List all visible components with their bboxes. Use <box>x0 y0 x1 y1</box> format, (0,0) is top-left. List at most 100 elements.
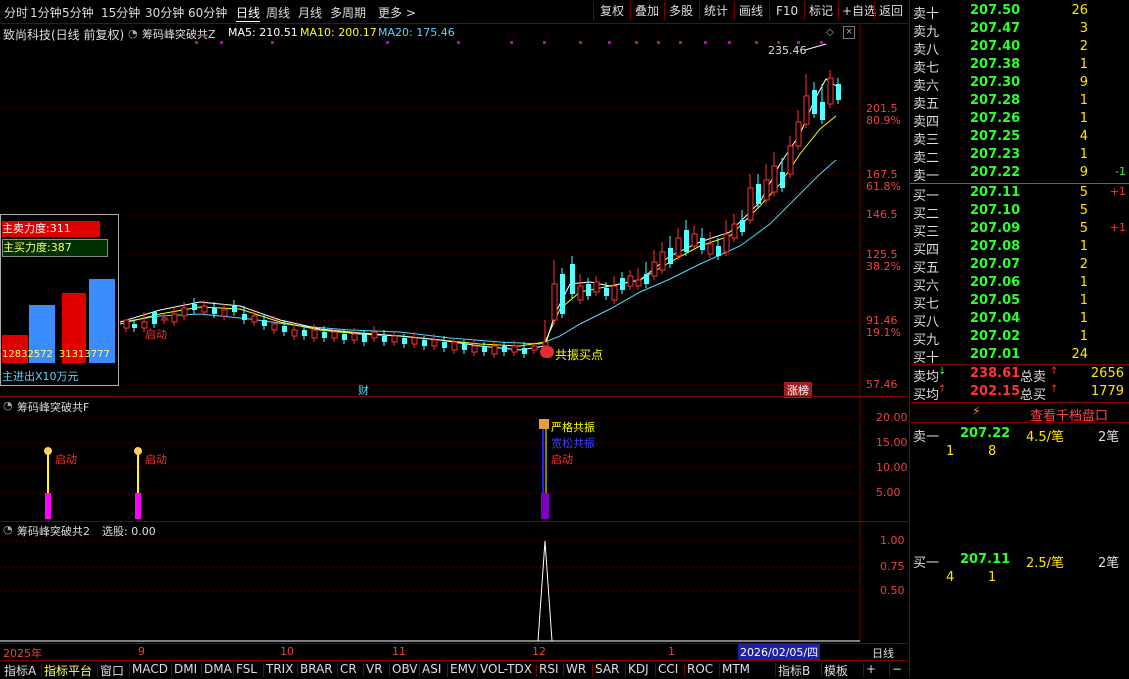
overlay-button[interactable]: 叠加 <box>631 2 663 20</box>
time-label: 1 <box>668 645 675 658</box>
ma5-value: MA5: 210.51 <box>228 26 298 39</box>
adjust-button[interactable]: 复权 <box>596 2 628 20</box>
indicator-tab[interactable]: ROC <box>687 662 713 676</box>
sub1-collapse-icon[interactable]: ◔ <box>3 399 13 412</box>
pct-tick: 19.1% <box>866 326 901 339</box>
asks-level-row[interactable]: 卖八 207.40 2 <box>910 39 1129 58</box>
back-button[interactable]: 返回 <box>875 2 907 20</box>
indicator-tab[interactable]: 指标B <box>778 662 810 679</box>
level-volume: 9 <box>1079 165 1088 180</box>
indicator-tab[interactable]: KDJ <box>628 662 649 676</box>
stats-button[interactable]: 统计 <box>700 2 732 20</box>
indicator-tab[interactable]: − <box>892 662 902 676</box>
indicator-tab[interactable]: MTM <box>722 662 750 676</box>
indicator-tab[interactable]: SAR <box>595 662 619 676</box>
bids-level-row[interactable]: 买八 207.04 1 <box>910 311 1129 330</box>
indicator-tab[interactable]: TRIX <box>266 662 293 676</box>
indicator-tab[interactable]: FSL <box>236 662 257 676</box>
draw-line-button[interactable]: 画线 <box>735 2 767 20</box>
indicator-tab[interactable]: 指标A <box>4 662 36 679</box>
indicator-collapse-icon[interactable]: ◔ <box>128 27 138 40</box>
period-tab-15min[interactable]: 15分钟 <box>101 4 140 21</box>
close-chart-icon[interactable]: × <box>843 26 855 39</box>
indicator-tab[interactable]: BRAR <box>300 662 333 676</box>
level-label: 买三 <box>913 225 940 240</box>
level-label: 买二 <box>913 207 940 222</box>
level-price: 207.40 <box>970 39 1021 54</box>
time-axis: 2025年 9 10 11 12 1 2026/02/05/四 日线 <box>0 643 908 661</box>
buy-signal-icon <box>540 346 554 358</box>
bids-level-row[interactable]: 买四 207.08 1 <box>910 239 1129 258</box>
pct-tick: 61.8% <box>866 180 901 193</box>
level-volume: 1 <box>1079 329 1088 344</box>
period-tab-1min[interactable]: 1分钟 <box>30 4 62 21</box>
bids-level-row[interactable]: 买三 207.09 5 +1 <box>910 221 1129 240</box>
asks-level-row[interactable]: 卖一 207.22 9 -1 <box>910 165 1129 184</box>
indicator-tab[interactable]: OBV <box>392 662 418 676</box>
diamond-icon[interactable]: ◇ <box>826 27 834 38</box>
indicator-tab[interactable]: CCI <box>658 662 678 676</box>
indicator-tab[interactable]: 模板 <box>824 662 848 679</box>
indicator-tab[interactable]: 指标平台 <box>44 662 92 679</box>
sub1-indicator-name[interactable]: 筹码峰突破共F <box>17 399 89 415</box>
period-indicator[interactable]: 日线 <box>872 645 894 661</box>
asks-level-row[interactable]: 卖四 207.26 1 <box>910 111 1129 130</box>
level-label: 卖四 <box>913 115 940 130</box>
mark-button[interactable]: 标记 <box>805 2 837 20</box>
indicator-tab[interactable]: ASI <box>422 662 441 676</box>
indicator-name[interactable]: 筹码峰突破共Z <box>142 26 216 42</box>
period-tab-multi[interactable]: 多周期 <box>330 4 366 21</box>
time-label: 9 <box>138 645 145 658</box>
indicator-tab[interactable]: CR <box>340 662 357 676</box>
indicator-tab[interactable]: 窗口 <box>100 662 124 679</box>
period-tab-5min[interactable]: 5分钟 <box>62 4 94 21</box>
period-tab-more[interactable]: 更多 > <box>378 4 416 21</box>
bids-level-row[interactable]: 买五 207.07 2 <box>910 257 1129 276</box>
main-kline-chart[interactable]: 致尚科技(日线 前复权) ◔ 筹码峰突破共Z MA5: 210.51 MA10:… <box>0 24 908 398</box>
indicator-tab[interactable]: DMA <box>204 662 232 676</box>
bids-level-row[interactable]: 买九 207.02 1 <box>910 329 1129 348</box>
indicator-tab[interactable]: VOL-TDX <box>480 662 532 676</box>
sub1-signal-qidong: 启动 <box>551 453 573 466</box>
indicator-tab[interactable]: DMI <box>174 662 197 676</box>
bids-level-row[interactable]: 买十 207.01 24 <box>910 347 1129 366</box>
bids-level-row[interactable]: 买一 207.11 5 +1 <box>910 185 1129 204</box>
asks-level-row[interactable]: 卖九 207.47 3 <box>910 21 1129 40</box>
period-tab-fenshi[interactable]: 分时 <box>4 4 28 21</box>
multi-stock-button[interactable]: 多股 <box>665 2 697 20</box>
sub2-collapse-icon[interactable]: ◔ <box>3 523 13 536</box>
asks-level-row[interactable]: 卖七 207.38 1 <box>910 57 1129 76</box>
price-tick: 57.46 <box>866 378 898 391</box>
indicator-tab[interactable]: WR <box>566 662 586 676</box>
sub-panel-2[interactable]: ◔ 筹码峰突破共2 选股: 0.00 1.00 0.75 0.50 <box>0 521 908 643</box>
sub1-signal-qidong: 启动 <box>145 453 167 466</box>
period-tab-30min[interactable]: 30分钟 <box>145 4 184 21</box>
bids-level-row[interactable]: 买七 207.05 1 <box>910 293 1129 312</box>
indicator-tab[interactable]: VR <box>366 662 383 676</box>
level-volume: 1 <box>1079 147 1088 162</box>
indicator-tab[interactable]: + <box>866 662 876 676</box>
period-tab-weekly[interactable]: 周线 <box>266 4 290 21</box>
level-price: 207.08 <box>970 239 1021 254</box>
period-tab-60min[interactable]: 60分钟 <box>188 4 227 21</box>
asks-level-row[interactable]: 卖五 207.28 1 <box>910 93 1129 112</box>
asks-level-row[interactable]: 卖六 207.30 9 <box>910 75 1129 94</box>
level-price: 207.06 <box>970 275 1021 290</box>
bids-level-row[interactable]: 买二 207.10 5 <box>910 203 1129 222</box>
bids-level-row[interactable]: 买六 207.06 1 <box>910 275 1129 294</box>
period-tab-monthly[interactable]: 月线 <box>298 4 322 21</box>
flow-footer-label: 主进出X10万元 <box>2 370 79 383</box>
asks-level-row[interactable]: 卖三 207.25 4 <box>910 129 1129 148</box>
indicator-tab[interactable]: EMV <box>450 662 476 676</box>
asks-level-row[interactable]: 卖十 207.50 26 <box>910 3 1129 22</box>
f10-button[interactable]: F10 <box>772 2 802 20</box>
arrow-up-icon: ↑ <box>1050 384 1059 395</box>
indicator-tab[interactable]: MACD <box>132 662 168 676</box>
indicator-tab[interactable]: RSI <box>539 662 559 676</box>
level-volume: 1 <box>1079 275 1088 290</box>
asks-level-row[interactable]: 卖二 207.23 1 <box>910 147 1129 166</box>
level-label: 卖十 <box>913 7 940 22</box>
period-tab-daily[interactable]: 日线 <box>236 4 261 22</box>
sub-panel-1[interactable]: ◔ 筹码峰突破共F 20.00 15.00 10.00 5.00 启动 启动 严… <box>0 396 908 522</box>
sub2-indicator-name[interactable]: 筹码峰突破共2 <box>17 523 90 539</box>
